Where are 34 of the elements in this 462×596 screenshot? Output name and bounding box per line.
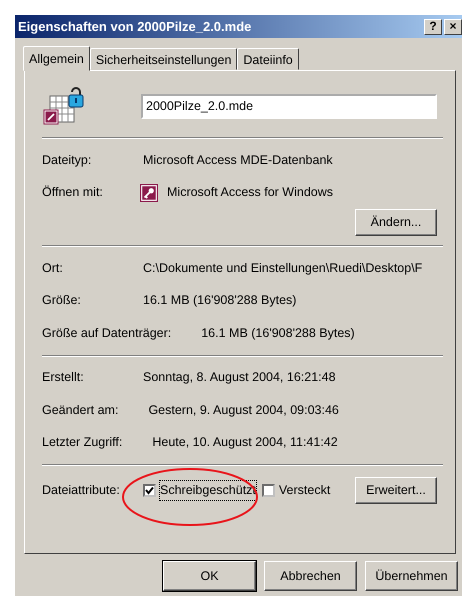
field-value: Gestern, 9. August 2004, 09:03:46	[148, 402, 339, 419]
close-button[interactable]: ×	[444, 18, 462, 34]
tab[interactable]: Allgemein	[23, 46, 90, 71]
checkbox[interactable]	[143, 484, 156, 497]
field-label: Ort:	[42, 260, 64, 277]
field-label: Größe auf Datenträger:	[42, 324, 172, 342]
field-value: 16.1 MB (16'908'288 Bytes)	[201, 324, 355, 342]
database-file-icon	[42, 86, 86, 126]
change-button[interactable]: Ändern...	[355, 209, 437, 236]
window-title: Eigenschaften von 2000Pilze_2.0.mde	[18, 18, 252, 36]
field-value: Sonntag, 8. August 2004, 16:21:48	[143, 369, 336, 386]
cancel-button[interactable]: Abbrechen	[264, 561, 357, 591]
field-value: 16.1 MB (16'908'288 Bytes)	[143, 292, 296, 310]
file-name-field[interactable]: 2000Pilze_2.0.mde	[141, 94, 437, 118]
field-label: Geändert am:	[42, 402, 120, 419]
advanced-button[interactable]: Erweitert...	[355, 476, 437, 504]
field-value: Heute, 10. August 2004, 11:41:42	[152, 434, 338, 452]
tab[interactable]: Sicherheitseinstellungen	[90, 48, 238, 70]
field-label: Erstellt:	[42, 369, 85, 386]
field-value: C:\Dokumente und Einstellungen\Ruedi\Desktop\F	[143, 260, 422, 277]
apply-button[interactable]: Übernehmen	[365, 561, 458, 591]
tab[interactable]: Dateiinfo	[237, 48, 299, 70]
ok-button[interactable]: OK	[163, 561, 256, 591]
field-label: Dateiattribute:	[42, 482, 121, 499]
field-value: Microsoft Access for Windows	[167, 184, 334, 202]
field-label: Dateityp:	[42, 152, 92, 169]
checkbox-label[interactable]: Versteckt	[278, 480, 330, 500]
checkbox[interactable]	[262, 484, 275, 497]
help-button[interactable]: ?	[424, 18, 442, 34]
key-icon	[140, 184, 158, 202]
field-label: Größe:	[42, 292, 82, 310]
field-label: Letzter Zugriff:	[42, 434, 124, 452]
field-label: Öffnen mit:	[42, 184, 104, 202]
field-value: Microsoft Access MDE-Datenbank	[143, 152, 333, 169]
